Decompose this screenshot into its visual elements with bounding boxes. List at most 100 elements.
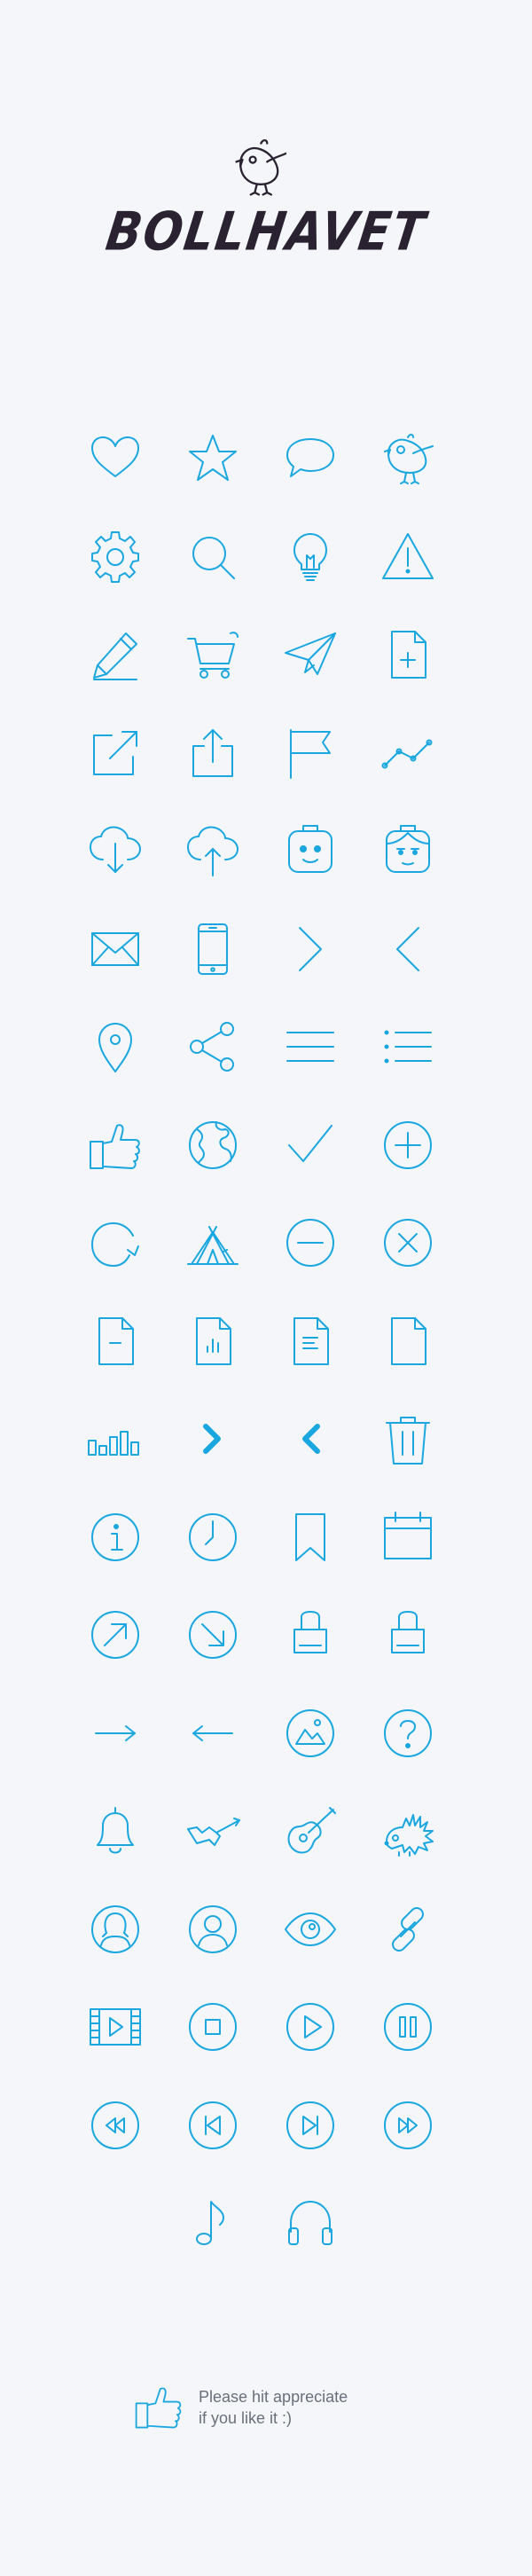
lego-brick-alt-icon[interactable]: [372, 1599, 443, 1670]
robot-face-icon[interactable]: [275, 815, 346, 886]
acoustic-guitar-icon[interactable]: [275, 1795, 346, 1866]
chevron-right-icon[interactable]: [275, 914, 346, 985]
video-icon[interactable]: [80, 1991, 151, 2062]
heart-icon[interactable]: [80, 423, 151, 494]
lego-brick-icon[interactable]: [275, 1599, 346, 1670]
search-icon[interactable]: [177, 522, 248, 593]
chevron-right-bold-icon-glyph: [184, 1410, 241, 1467]
close-circle-icon[interactable]: [372, 1207, 443, 1278]
bar-chart-icon[interactable]: [80, 1403, 151, 1474]
lightbulb-icon-glyph: [282, 529, 339, 585]
tent-icon-glyph: [184, 1214, 241, 1271]
plus-circle-icon-glyph: [379, 1117, 436, 1174]
user-icon[interactable]: [177, 1894, 248, 1965]
clock-icon-glyph: [184, 1509, 241, 1566]
bar-chart-icon-glyph: [87, 1410, 144, 1467]
pencil-icon[interactable]: [80, 619, 151, 690]
rewind-icon[interactable]: [80, 2090, 151, 2161]
arrow-down-right-circle-icon-glyph: [184, 1606, 241, 1663]
smartphone-icon[interactable]: [177, 914, 248, 985]
stop-icon[interactable]: [177, 1991, 248, 2062]
flag-icon[interactable]: [275, 718, 346, 789]
plus-circle-icon[interactable]: [372, 1110, 443, 1181]
user-female-icon[interactable]: [80, 1894, 151, 1965]
play-icon-glyph: [282, 1999, 339, 2055]
share-nodes-icon[interactable]: [177, 1011, 248, 1082]
user-icon-glyph: [184, 1901, 241, 1958]
heart-icon-glyph: [87, 430, 144, 487]
checkmark-icon[interactable]: [275, 1110, 346, 1181]
share-upload-icon[interactable]: [177, 718, 248, 789]
chevron-left-bold-icon-glyph: [282, 1410, 339, 1467]
flag-icon-glyph: [282, 725, 339, 781]
line-graph-icon[interactable]: [372, 718, 443, 789]
paper-plane-icon[interactable]: [275, 619, 346, 690]
fast-forward-icon[interactable]: [372, 2090, 443, 2161]
help-icon[interactable]: [372, 1698, 443, 1769]
minus-circle-icon[interactable]: [275, 1207, 346, 1278]
clock-icon[interactable]: [177, 1502, 248, 1573]
info-icon[interactable]: [80, 1502, 151, 1573]
trash-icon[interactable]: [372, 1403, 443, 1474]
external-link-icon[interactable]: [80, 718, 151, 789]
pause-icon-glyph: [379, 1999, 436, 2055]
girl-face-icon[interactable]: [372, 815, 443, 886]
map-pin-icon[interactable]: [80, 1011, 151, 1082]
info-icon-glyph: [87, 1509, 144, 1566]
document-text-icon[interactable]: [275, 1306, 346, 1377]
music-note-icon[interactable]: [177, 2187, 248, 2258]
chevron-left-bold-icon[interactable]: [275, 1403, 346, 1474]
eye-icon[interactable]: [275, 1894, 346, 1965]
lightbulb-icon[interactable]: [275, 522, 346, 593]
new-document-icon[interactable]: [372, 619, 443, 690]
speech-bubble-icon[interactable]: [275, 423, 346, 494]
arrow-down-right-circle-icon[interactable]: [177, 1599, 248, 1670]
pause-icon[interactable]: [372, 1991, 443, 2062]
hedgehog-icon[interactable]: [372, 1795, 443, 1866]
skip-back-icon[interactable]: [177, 2090, 248, 2161]
globe-icon[interactable]: [177, 1110, 248, 1181]
calendar-icon[interactable]: [372, 1502, 443, 1573]
menu-icon[interactable]: [275, 1011, 346, 1082]
bell-icon-glyph: [87, 1802, 144, 1859]
thumbs-up-icon[interactable]: [133, 2381, 184, 2432]
play-icon[interactable]: [275, 1991, 346, 2062]
image-icon-glyph: [282, 1705, 339, 1762]
pencil-icon-glyph: [87, 626, 144, 683]
tent-icon[interactable]: [177, 1207, 248, 1278]
shopping-cart-icon[interactable]: [177, 619, 248, 690]
arrow-right-icon[interactable]: [80, 1698, 151, 1769]
hedgehog-icon-glyph: [379, 1802, 436, 1859]
thumbs-up-icon[interactable]: [80, 1110, 151, 1181]
document-minus-icon[interactable]: [80, 1306, 151, 1377]
envelope-icon[interactable]: [80, 914, 151, 985]
chevron-left-icon[interactable]: [372, 914, 443, 985]
arrow-left-icon-glyph: [184, 1705, 241, 1762]
star-icon[interactable]: [177, 423, 248, 494]
refresh-icon[interactable]: [80, 1207, 151, 1278]
bell-icon[interactable]: [80, 1795, 151, 1866]
fast-forward-icon-glyph: [379, 2097, 436, 2154]
bird-icon[interactable]: [372, 423, 443, 494]
search-icon-glyph: [184, 529, 241, 585]
cloud-upload-icon[interactable]: [177, 815, 248, 886]
headphones-icon[interactable]: [275, 2187, 346, 2258]
calendar-icon-glyph: [379, 1509, 436, 1566]
document-chart-icon[interactable]: [177, 1306, 248, 1377]
arrow-up-right-circle-icon[interactable]: [80, 1599, 151, 1670]
share-nodes-icon-glyph: [184, 1018, 241, 1075]
bookmark-icon[interactable]: [275, 1502, 346, 1573]
image-icon[interactable]: [275, 1698, 346, 1769]
arrow-left-icon[interactable]: [177, 1698, 248, 1769]
list-icon[interactable]: [372, 1011, 443, 1082]
skip-forward-icon[interactable]: [275, 2090, 346, 2161]
warning-icon[interactable]: [372, 522, 443, 593]
chevron-right-bold-icon[interactable]: [177, 1403, 248, 1474]
blank-document-icon[interactable]: [372, 1306, 443, 1377]
chevron-right-icon-glyph: [282, 921, 339, 978]
gear-icon[interactable]: [80, 522, 151, 593]
speech-bubble-icon-glyph: [282, 430, 339, 487]
cloud-download-icon[interactable]: [80, 815, 151, 886]
electric-guitar-icon[interactable]: [177, 1795, 248, 1866]
link-icon[interactable]: [372, 1894, 443, 1965]
